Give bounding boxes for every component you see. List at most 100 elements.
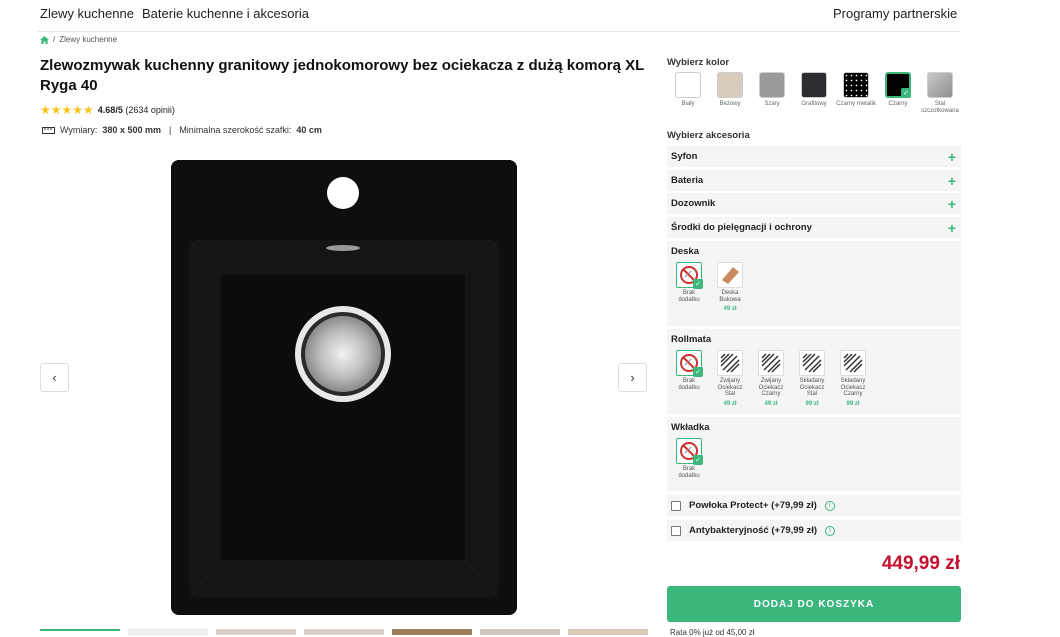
plus-icon[interactable]: +: [948, 196, 956, 212]
installment-info: Rata 0% już od 45,00 zł: [670, 628, 755, 637]
color-label: Czarny metalik: [836, 101, 876, 107]
protect-checkbox[interactable]: [671, 500, 681, 511]
thumbnail[interactable]: [568, 629, 648, 635]
rollmata-option-price: 49 zł: [723, 400, 737, 407]
breadcrumb: / Zlewy kuchenne: [40, 35, 117, 44]
rating-score: 4.68/5: [97, 105, 123, 115]
plus-icon[interactable]: +: [948, 220, 956, 236]
color-swatch[interactable]: Szary: [751, 72, 793, 114]
rollmata-item-icon: [761, 353, 781, 373]
thumbnail[interactable]: [304, 629, 384, 635]
color-swatch[interactable]: Grafitowy: [793, 72, 835, 114]
deska-option[interactable]: Deska Bukowa 49 zł: [715, 262, 745, 312]
accessory-label: Syfon: [671, 151, 698, 162]
dims-divider: |: [168, 125, 172, 135]
nav-link-partners[interactable]: Programy partnerskie: [833, 6, 957, 21]
check-icon: ✓: [693, 455, 703, 465]
cabinet-value: 40 cm: [296, 125, 322, 135]
gallery-next-button[interactable]: ›: [618, 363, 647, 392]
deska-option-image[interactable]: [717, 262, 743, 288]
color-swatch[interactable]: Biały: [667, 72, 709, 114]
plus-icon[interactable]: +: [948, 149, 956, 165]
breadcrumb-separator: /: [53, 35, 56, 44]
ruler-icon: [42, 126, 55, 134]
wkladka-option[interactable]: ✓ Brak dodatku: [674, 438, 704, 479]
deska-title: Deska: [671, 246, 699, 257]
deska-option-image[interactable]: ✓: [676, 262, 703, 289]
accessory-row-bateria[interactable]: Bateria +: [667, 170, 961, 191]
rollmata-item-icon: [802, 353, 822, 373]
thumbnail-active[interactable]: [40, 629, 120, 631]
extra-antibacterial[interactable]: Antybakteryjność (+79,99 zł) i: [667, 520, 961, 541]
product-title: Zlewozmywak kuchenny granitowy jednokomo…: [40, 57, 645, 94]
rollmata-option[interactable]: Zwijany Ociekacz Stal 49 zł: [715, 350, 745, 407]
antibacterial-checkbox[interactable]: [671, 525, 681, 536]
product-image: [171, 160, 517, 615]
wkladka-option-image[interactable]: ✓: [676, 438, 703, 465]
accessory-row-dozownik[interactable]: Dozownik +: [667, 193, 961, 214]
info-icon[interactable]: i: [824, 500, 835, 511]
check-icon: ✓: [693, 367, 703, 377]
thumbnail[interactable]: [128, 629, 208, 635]
dims-value: 380 x 500 mm: [102, 125, 161, 135]
color-swatch-box[interactable]: [801, 72, 827, 98]
color-section-title: Wybierz kolor: [667, 57, 730, 68]
color-swatch-box[interactable]: [717, 72, 743, 98]
rollmata-option[interactable]: Składany Ociekacz Czarny 99 zł: [838, 350, 868, 407]
home-icon[interactable]: [40, 35, 49, 44]
color-swatch[interactable]: Stal szczotkowana: [919, 72, 961, 114]
rating[interactable]: ★★★★★ 4.68/5 (2634 opinii): [40, 103, 175, 117]
chevron-left-icon: ‹: [52, 370, 57, 385]
rollmata-option-image[interactable]: [799, 350, 825, 376]
deska-option-label: Brak dodatku: [678, 290, 700, 303]
rollmata-option[interactable]: Zwijany Ociekacz Czarny 49 zł: [756, 350, 786, 407]
info-icon[interactable]: i: [825, 525, 836, 536]
rating-count: (2634 opinii): [125, 105, 175, 115]
wkladka-title: Wkładka: [671, 422, 710, 433]
accessory-row-syfon[interactable]: Syfon +: [667, 146, 961, 167]
rollmata-option-label: Zwijany Ociekacz Stal: [717, 378, 743, 397]
breadcrumb-current[interactable]: Zlewy kuchenne: [59, 35, 117, 44]
color-swatch[interactable]: Czarny metalik: [835, 72, 877, 114]
accessory-row-srodki[interactable]: Środki do pielęgnacji i ochrony +: [667, 217, 961, 238]
thumbnail[interactable]: [216, 629, 296, 635]
rollmata-option[interactable]: ✓ Brak dodatku: [674, 350, 704, 391]
rollmata-option-image[interactable]: [717, 350, 743, 376]
rollmata-option[interactable]: Składany Ociekacz Stal 99 zł: [797, 350, 827, 407]
rollmata-option-image[interactable]: [758, 350, 784, 376]
deska-option-price: 49 zł: [723, 306, 737, 312]
deska-option[interactable]: ✓ Brak dodatku: [674, 262, 704, 303]
price: 449,99 zł: [881, 553, 960, 574]
cabinet-label: Minimalna szerokość szafki:: [179, 125, 292, 135]
extra-protect[interactable]: Powłoka Protect+ (+79,99 zł) i: [667, 495, 961, 516]
deska-panel: Deska ✓ Brak dodatku Deska Bukowa 49 zł: [667, 241, 961, 326]
rollmata-option-price: 99 zł: [846, 400, 860, 407]
wkladka-option-label: Brak dodatku: [678, 466, 700, 479]
divider: [38, 31, 960, 32]
color-label: Biały: [681, 101, 695, 107]
color-swatch-box[interactable]: [927, 72, 953, 98]
plus-icon[interactable]: +: [948, 173, 956, 189]
add-to-cart-button[interactable]: DODAJ DO KOSZYKA: [667, 586, 961, 622]
nav-link-faucets[interactable]: Baterie kuchenne i akcesoria: [142, 6, 309, 21]
thumbnail-strip[interactable]: [40, 629, 648, 635]
rollmata-option-label: Składany Ociekacz Czarny: [840, 378, 866, 397]
rollmata-option-image[interactable]: ✓: [676, 350, 703, 377]
rollmata-option-image[interactable]: [840, 350, 866, 376]
color-swatch-box[interactable]: [759, 72, 785, 98]
nav-link-sinks[interactable]: Zlewy kuchenne: [40, 6, 134, 21]
color-swatch-box[interactable]: [675, 72, 701, 98]
gallery-prev-button[interactable]: ‹: [40, 363, 69, 392]
color-swatch[interactable]: Beżowy: [709, 72, 751, 114]
deska-option-label: Deska Bukowa: [719, 290, 741, 303]
color-swatch-box[interactable]: [843, 72, 869, 98]
thumbnail[interactable]: [480, 629, 560, 635]
color-label: Grafitowy: [801, 101, 827, 107]
color-swatch[interactable]: ✓ Czarny: [877, 72, 919, 114]
rollmata-option-price: 49 zł: [764, 400, 778, 407]
thumbnail[interactable]: [392, 629, 472, 635]
rollmata-item-icon: [720, 353, 740, 373]
rollmata-option-label: Zwijany Ociekacz Czarny: [758, 378, 784, 397]
accessories-title: Wybierz akcesoria: [667, 130, 750, 141]
color-swatch-box[interactable]: ✓: [885, 72, 911, 98]
